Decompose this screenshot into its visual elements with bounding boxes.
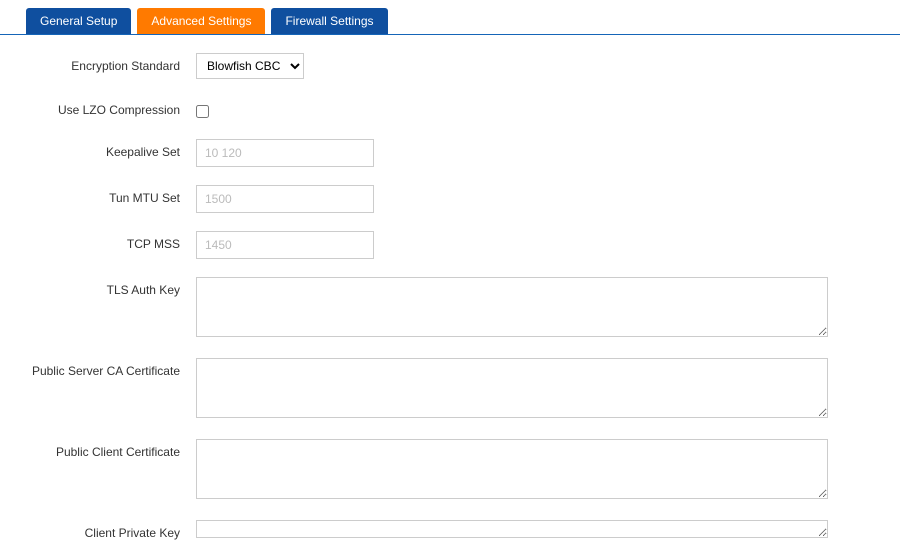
keepalive-set-label: Keepalive Set [24,139,196,159]
public-server-ca-label: Public Server CA Certificate [24,358,196,378]
tab-advanced-settings[interactable]: Advanced Settings [137,8,265,34]
form-area: Encryption Standard Blowfish CBC Use LZO… [0,35,900,541]
lzo-compression-checkbox[interactable] [196,105,209,118]
encryption-standard-select[interactable]: Blowfish CBC [196,53,304,79]
tcp-mss-input[interactable] [196,231,374,259]
tls-auth-key-label: TLS Auth Key [24,277,196,297]
client-private-key-label: Client Private Key [24,520,196,540]
tab-bar: General Setup Advanced Settings Firewall… [0,0,900,35]
public-client-cert-textarea[interactable] [196,439,828,499]
tab-firewall-settings[interactable]: Firewall Settings [271,8,387,34]
encryption-standard-label: Encryption Standard [24,53,196,73]
tls-auth-key-textarea[interactable] [196,277,828,337]
keepalive-set-input[interactable] [196,139,374,167]
tun-mtu-set-label: Tun MTU Set [24,185,196,205]
tun-mtu-set-input[interactable] [196,185,374,213]
tab-general-setup[interactable]: General Setup [26,8,131,34]
tcp-mss-label: TCP MSS [24,231,196,251]
public-server-ca-textarea[interactable] [196,358,828,418]
lzo-compression-label: Use LZO Compression [24,97,196,117]
client-private-key-textarea[interactable] [196,520,828,538]
public-client-cert-label: Public Client Certificate [24,439,196,459]
